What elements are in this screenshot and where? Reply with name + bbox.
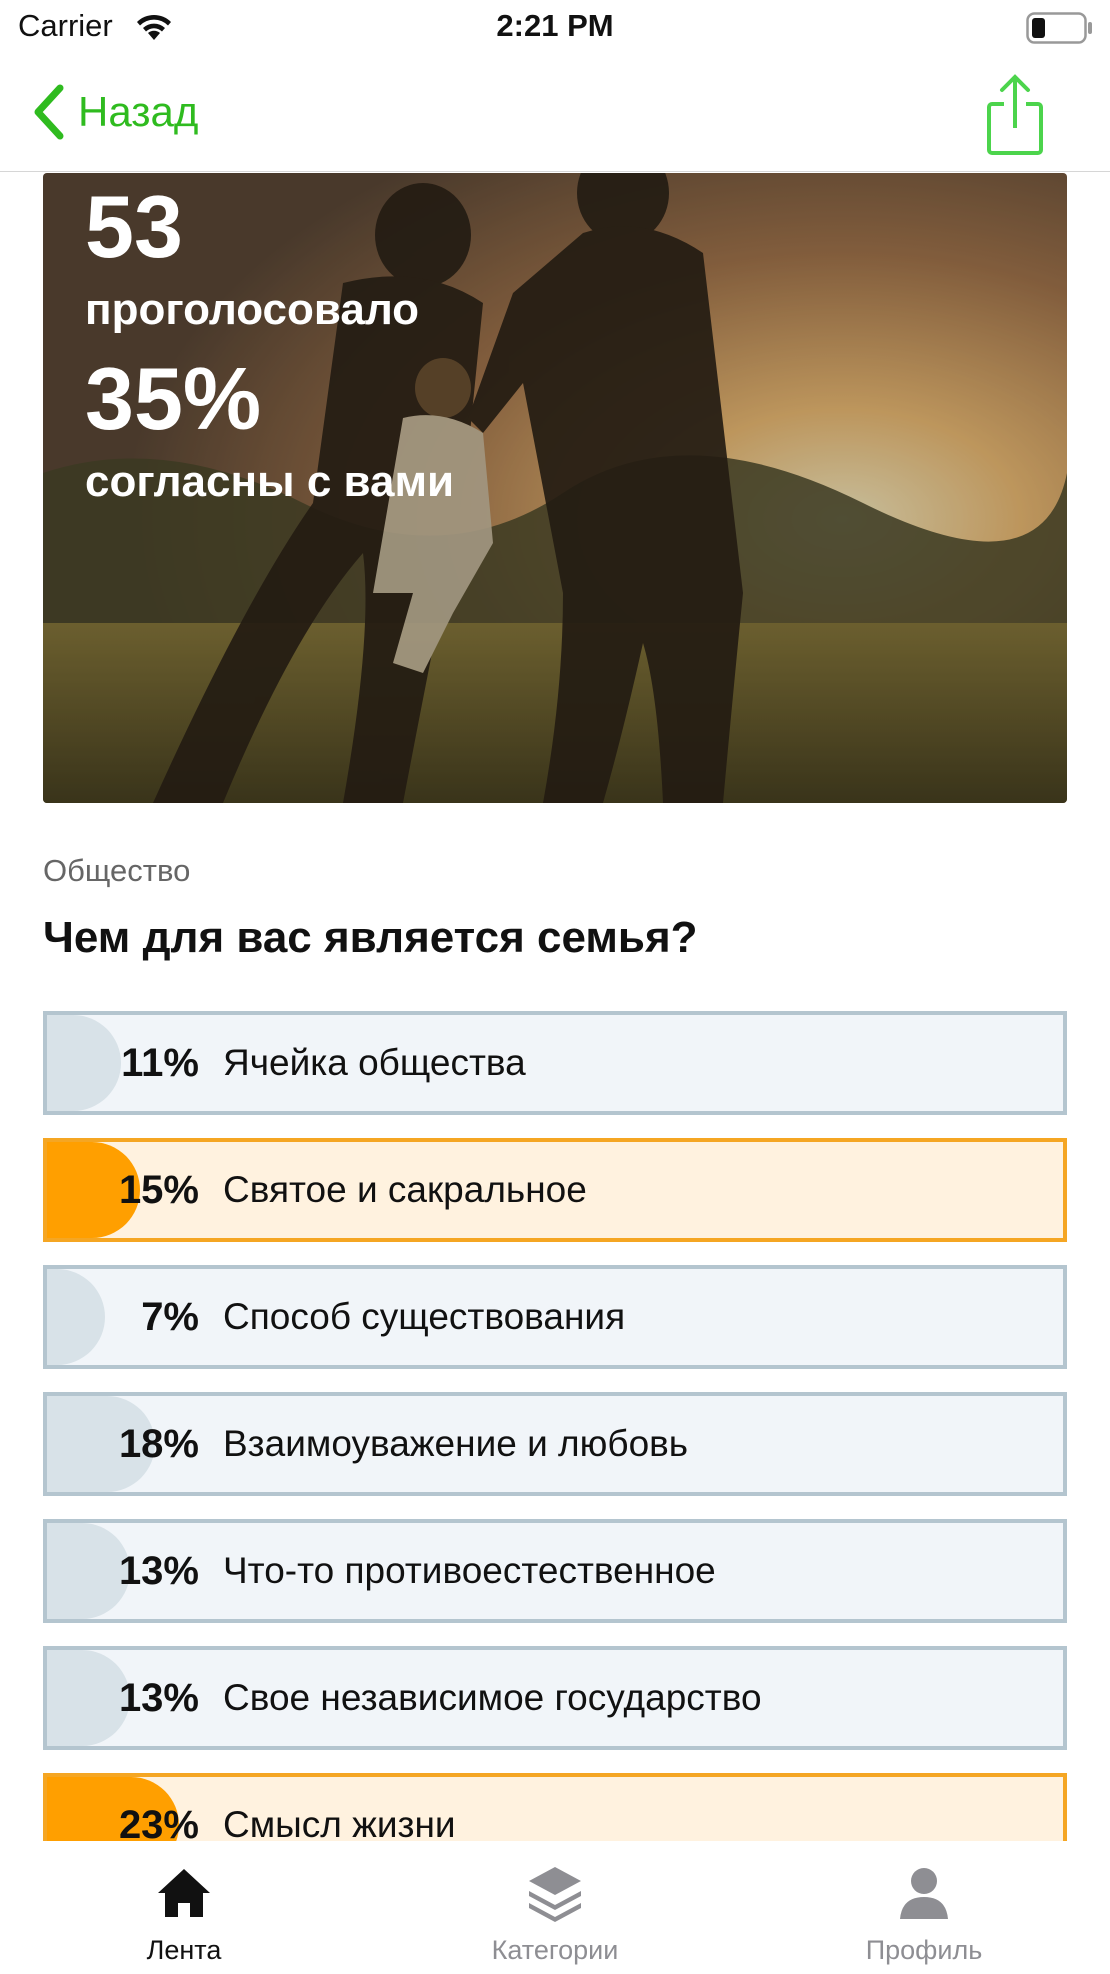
- status-time: 2:21 PM: [496, 8, 614, 43]
- answer-label: Святое и сакральное: [223, 1169, 587, 1210]
- answer-label: Свое независимое государство: [223, 1677, 762, 1718]
- answer-option[interactable]: 18% Взаимоуважение и любовь: [43, 1392, 1067, 1496]
- share-icon[interactable]: [984, 72, 1046, 156]
- answer-percent: 18%: [118, 1422, 199, 1466]
- answer-label: Что-то противоестественное: [223, 1550, 716, 1591]
- answer-option[interactable]: 15% Святое и сакральное: [43, 1138, 1067, 1242]
- answer-percent: 11%: [121, 1041, 199, 1085]
- agree-label: согласны с вами: [85, 457, 455, 506]
- back-button[interactable]: Назад: [30, 82, 198, 142]
- tab-label: Категории: [491, 1935, 619, 1965]
- answer-percent: 15%: [118, 1168, 199, 1212]
- answer-option[interactable]: 13% Что-то противоестественное: [43, 1519, 1067, 1623]
- tab-categories[interactable]: Категории: [455, 1841, 655, 1974]
- home-icon: [158, 1869, 210, 1917]
- battery-icon: [1026, 12, 1092, 44]
- answer-option[interactable]: 7% Способ существования: [43, 1265, 1067, 1369]
- tab-feed[interactable]: Лента: [84, 1841, 284, 1974]
- tab-label: Лента: [146, 1935, 222, 1965]
- answer-option[interactable]: 11% Ячейка общества: [43, 1011, 1067, 1115]
- poll-content[interactable]: 53 проголосовало 35% согласны с вами Общ…: [0, 173, 1110, 1841]
- answer-label: Способ существования: [223, 1296, 626, 1337]
- answer-label: Смысл жизни: [223, 1804, 456, 1841]
- poll-question: Чем для вас является семья?: [43, 913, 698, 962]
- poll-category[interactable]: Общество: [43, 853, 190, 889]
- answer-list: 11% Ячейка общества 15% Святое и сакраль…: [43, 1011, 1067, 1841]
- votes-label: проголосовало: [85, 285, 420, 334]
- answer-option[interactable]: 23% Смысл жизни: [43, 1773, 1067, 1841]
- answer-percent: 13%: [118, 1676, 199, 1720]
- poll-hero-card: 53 проголосовало 35% согласны с вами: [43, 173, 1067, 803]
- answer-percent: 23%: [118, 1803, 199, 1841]
- answer-option[interactable]: 13% Свое независимое государство: [43, 1646, 1067, 1750]
- status-bar: Carrier 2:21 PM: [0, 0, 1110, 56]
- tab-label: Профиль: [865, 1935, 983, 1965]
- votes-count: 53: [85, 177, 183, 276]
- answer-label: Ячейка общества: [223, 1042, 526, 1083]
- answer-percent: 7%: [141, 1295, 199, 1339]
- answer-percent: 13%: [118, 1549, 199, 1593]
- back-label: Назад: [78, 88, 199, 135]
- person-icon: [900, 1868, 948, 1919]
- tab-profile[interactable]: Профиль: [824, 1841, 1024, 1974]
- navigation-bar: Назад: [0, 56, 1110, 172]
- layers-icon: [529, 1867, 581, 1922]
- tab-bar: Лента Категории Профиль: [0, 1841, 1110, 1974]
- chevron-left-icon: [34, 84, 64, 140]
- agree-percent: 35%: [85, 349, 262, 448]
- answer-label: Взаимоуважение и любовь: [223, 1423, 689, 1464]
